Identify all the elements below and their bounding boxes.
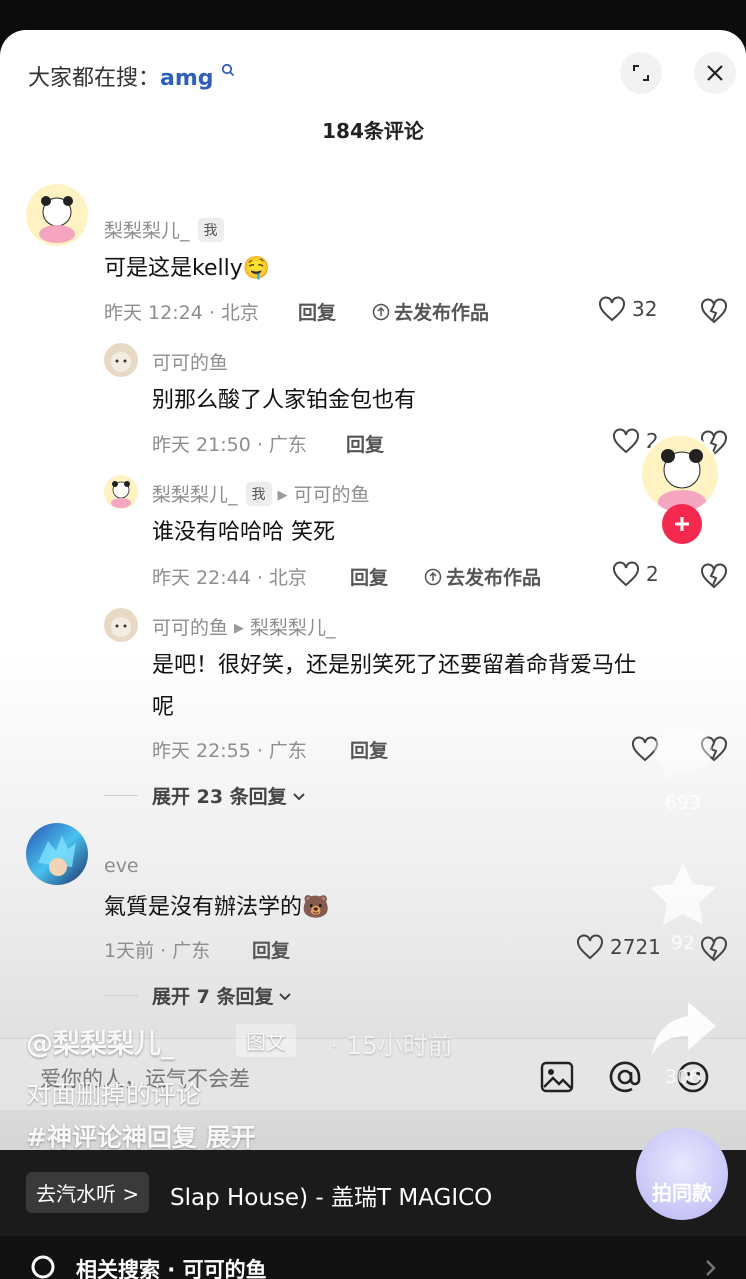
comment-bubble-icon[interactable] [650,722,716,782]
post-type-label: 图文 [246,1030,286,1054]
comment-text: 可是这是kelly🤤 [104,256,271,281]
cat-avatar-icon [111,617,131,637]
expand-replies-label: 展开 7 条回复 [152,986,274,1008]
reply-button[interactable]: 回复 [346,430,384,457]
expand-replies-button[interactable]: 展开 23 条回复 [104,782,307,809]
me-badge: 我 [197,218,224,242]
shoot-same-button[interactable]: 拍同款 [636,1128,728,1220]
chevron-down-icon [292,792,305,800]
favorite-total: 92 [670,932,696,954]
post-time: · 15小时前 [330,1031,453,1060]
chevron-down-icon [279,992,292,1000]
comment-text: 氣質是沒有辦法学的🐻 [104,895,330,920]
author-handle[interactable]: @梨梨梨儿_ [26,1022,175,1061]
fullscreen-icon [633,65,649,81]
divider [104,995,138,996]
avatar[interactable] [26,184,88,246]
search-icon [31,1255,55,1279]
mention-icon[interactable] [608,1060,642,1094]
reply-username[interactable]: 可可的鱼 [152,348,228,375]
expand-replies-button[interactable]: 展开 7 条回复 [104,982,293,1009]
reply-to-user[interactable]: 梨梨梨儿_ [250,617,336,639]
avatar[interactable] [104,343,138,377]
cat-avatar-icon [111,352,131,372]
comment-count-title: 184条评论 [322,119,424,143]
reply-button[interactable]: 回复 [350,736,388,763]
reply-text-line1: 是吧！很好笑，还是别笑死了还要留着命背爱马仕 [152,653,637,678]
reply-username[interactable]: 梨梨梨儿_ 我 ▶ 可可的鱼 [152,480,370,507]
publish-work-label: 去发布作品 [446,567,542,589]
avatar[interactable] [26,823,88,885]
avatar[interactable] [104,608,138,642]
share-arrow-icon[interactable] [648,998,720,1060]
music-bar[interactable]: 去汽水听 > Slap House) - 盖瑞T MAGICO [0,1150,746,1236]
trending-search-prefix: 大家都在搜： [28,66,161,91]
reply-button[interactable]: 回复 [350,563,388,590]
reply-to-arrow-icon: ▶ [277,488,288,503]
reply-text: 别那么酸了人家铂金包也有 [152,388,417,413]
related-search-bar[interactable]: 相关搜索 · 可可的鱼 [0,1236,746,1279]
trending-search-keyword[interactable]: amg [160,66,214,91]
publish-work-button[interactable]: 去发布作品 [424,563,541,590]
reply-to-user[interactable]: 可可的鱼 [294,484,370,506]
reply-time: 昨天 22:55 · 广东 [152,740,307,762]
comment-time: 昨天 12:24 · 北京 [104,302,259,324]
comment-username[interactable]: 梨梨梨儿_ 我 [104,216,224,243]
comment-username[interactable]: eve [104,855,139,877]
open-qishui-button[interactable]: 去汽水听 > [26,1172,150,1213]
heart-icon[interactable] [648,580,718,642]
avatar[interactable] [104,475,138,509]
publish-work-label: 去发布作品 [394,302,490,324]
comments-sheet: 大家都在搜：amg 184条评论 梨梨梨儿_ 我 可是这是kelly🤤 昨天 12… [0,30,746,1150]
reply-text: 谁没有哈哈哈 笑死 [152,520,335,545]
username-text: 梨梨梨儿_ [152,484,238,506]
reply-to-arrow-icon: ▶ [234,621,245,636]
follow-plus-button[interactable] [662,504,702,544]
username-text: 可可的鱼 [152,617,229,639]
heart-icon [599,296,625,322]
reply-text-line2: 呢 [152,695,175,720]
heart-icon [613,561,639,587]
image-icon[interactable] [540,1061,574,1093]
related-search-text[interactable]: 相关搜索 · 可可的鱼 [76,1254,267,1279]
like-count: 32 [632,297,658,321]
heart-icon [613,428,639,454]
share-total: 306 [664,1066,702,1088]
trending-search[interactable]: 大家都在搜：amg [28,60,235,92]
broken-heart-icon[interactable] [700,298,728,324]
post-caption: 对面删掉的评论 [26,1080,202,1109]
reply-button[interactable]: 回复 [252,936,290,963]
reply-time: 昨天 21:50 · 广东 [152,434,307,456]
divider [104,795,138,796]
plus-icon [675,517,689,531]
expand-button[interactable] [620,52,662,94]
music-title[interactable]: Slap House) - 盖瑞T MAGICO [170,1178,492,1212]
username-text: 梨梨梨儿_ [104,220,190,242]
star-icon[interactable] [648,860,718,926]
upload-icon [424,568,442,585]
close-icon [707,65,723,81]
expand-replies-label: 展开 23 条回复 [152,786,287,808]
reply-username[interactable]: 可可的鱼 ▶ 梨梨梨儿_ [152,613,336,640]
publish-work-button[interactable]: 去发布作品 [372,298,489,325]
like-button[interactable]: 32 [598,296,657,322]
anime-avatar-icon [38,835,76,876]
me-badge: 我 [245,482,272,506]
like-total: 4401 [658,654,708,676]
panda-avatar-icon [111,481,131,508]
author-avatar[interactable] [640,434,720,514]
chevron-right-icon [706,1260,716,1276]
reply-button[interactable]: 回复 [298,298,336,325]
shoot-same-label: 拍同款 [652,1181,712,1205]
heart-icon [577,934,603,960]
close-button[interactable] [694,52,736,94]
post-hashtags[interactable]: #神评论神回复 展开 [26,1118,256,1154]
post-type-badge: 图文 [236,1024,296,1057]
upload-icon [372,303,390,320]
comment-time: 1天前 · 广东 [104,940,211,962]
comment-total: 693 [664,792,702,814]
reply-time: 昨天 22:44 · 北京 [152,567,307,589]
search-icon [221,63,234,77]
panda-avatar-icon [39,196,75,243]
